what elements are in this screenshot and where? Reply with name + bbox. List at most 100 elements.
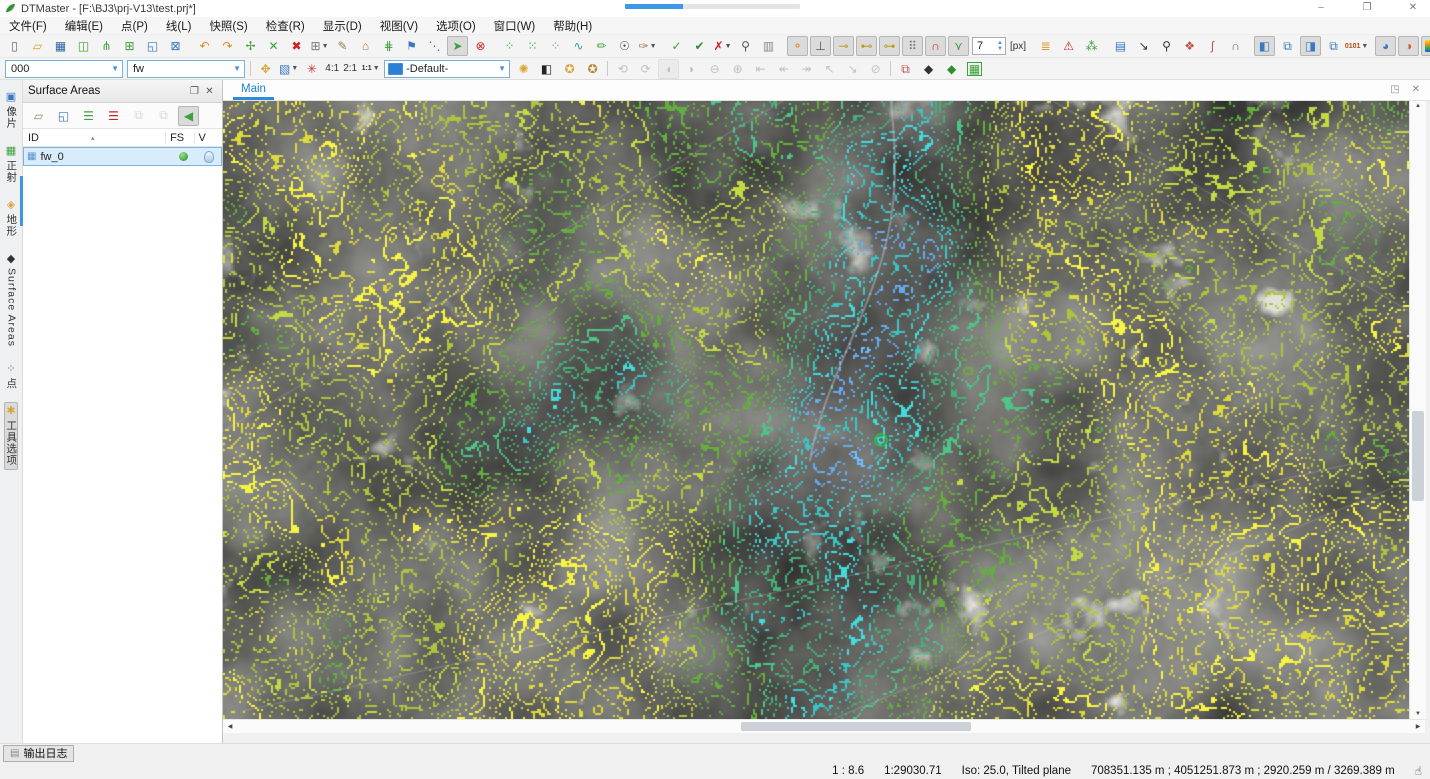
image-enhance-button[interactable]: ▧ ▼	[278, 59, 299, 79]
reload-surfaces-button[interactable]: ▱	[28, 106, 49, 126]
scroll-right-icon[interactable]: ▶	[1411, 720, 1425, 734]
pin-marker-button[interactable]: ⚑	[401, 36, 422, 56]
match-grid-3-button[interactable]: ⁘	[545, 36, 566, 56]
stereo-mode-button[interactable]: ◕	[1375, 36, 1397, 56]
menu-item-10[interactable]: 窗口(W)	[485, 18, 545, 34]
px-unit-label[interactable]: [px]	[1010, 41, 1026, 52]
lock-absolute-button[interactable]: ✪	[582, 59, 603, 79]
view-restore-icon[interactable]: ◳	[1390, 84, 1399, 95]
menu-item-1[interactable]: 文件(F)	[0, 18, 56, 34]
undo-button[interactable]: ↶	[194, 36, 215, 56]
snap-line-mid-button[interactable]: ⊷	[856, 36, 877, 56]
sidebar-tab-points[interactable]: ⁘ 点	[4, 360, 19, 394]
snap-raster-button[interactable]: ⠿	[902, 36, 923, 56]
map-viewport[interactable]	[223, 101, 1409, 720]
error-report-button[interactable]: ⚠	[1058, 36, 1079, 56]
snap-vertical-button[interactable]: ⊥	[810, 36, 831, 56]
pen-tools-button[interactable]: ✑ ▼	[637, 36, 658, 56]
sketch-globe-button[interactable]: ✏	[591, 36, 612, 56]
scroll-up-icon[interactable]: ▲	[1410, 103, 1426, 109]
panel-float-button[interactable]: ❐	[187, 86, 202, 97]
walk-mode-button[interactable]: ⚲	[735, 36, 756, 56]
display-profile-combo[interactable]: -Default- ▼	[384, 59, 511, 78]
zoom-reset-button[interactable]: ✳	[301, 59, 322, 79]
save-project-button[interactable]: ▦	[50, 36, 71, 56]
match-grid-2-button[interactable]: ⁙	[522, 36, 543, 56]
right-image-view-button[interactable]: ◨	[1300, 36, 1322, 56]
snap-node-button[interactable]: ⚬	[787, 36, 808, 56]
interpolate-area-button[interactable]: ⌂	[355, 36, 376, 56]
redo-button[interactable]: ↷	[217, 36, 238, 56]
edit-polyline-button[interactable]: ∿	[568, 36, 589, 56]
strip-id-combo[interactable]: 000 ▼	[5, 59, 123, 78]
column-header-fs[interactable]: FS	[165, 131, 193, 144]
match-grid-1-button[interactable]: ⁘	[499, 36, 520, 56]
delete-selected-button[interactable]: ✖	[286, 36, 307, 56]
grid-config-button[interactable]: ⁂	[1081, 36, 1102, 56]
table-row[interactable]: ▦ fw_0	[23, 147, 222, 166]
minimize-button[interactable]: –	[1310, 0, 1332, 16]
output-log-button[interactable]: ▤ 输出日志	[3, 744, 75, 762]
orbit-view-button[interactable]: ☉	[614, 36, 635, 56]
menu-item-7[interactable]: 显示(D)	[314, 18, 371, 34]
new-project-button[interactable]: ▯	[4, 36, 25, 56]
snap-curve-button[interactable]: ∩	[925, 36, 946, 56]
menu-item-3[interactable]: 点(P)	[112, 18, 157, 34]
menu-item-9[interactable]: 选项(O)	[427, 18, 485, 34]
contrast-split-button[interactable]: ◧	[536, 59, 557, 79]
select-mode-button[interactable]: ➤	[447, 36, 468, 56]
restore-button[interactable]: ❐	[1356, 0, 1378, 16]
scroll-down-icon[interactable]: ▼	[1410, 711, 1426, 717]
zoom-2-1-label[interactable]: 2:1	[343, 63, 357, 74]
layer-manager-button[interactable]: ≣	[1035, 36, 1056, 56]
vertical-scroll-thumb[interactable]	[1412, 411, 1424, 502]
fs-status-cell[interactable]	[171, 152, 196, 161]
filter-points-button[interactable]: ⋱	[424, 36, 445, 56]
delete-point-button[interactable]: ✕	[263, 36, 284, 56]
panel-close-button[interactable]: ✕	[202, 86, 217, 97]
menu-item-6[interactable]: 检查(R)	[257, 18, 314, 34]
model-id-combo[interactable]: fw ▼	[127, 59, 245, 78]
layer-compare-button[interactable]: ⧉	[895, 59, 916, 79]
import-points-button[interactable]: ⋔	[96, 36, 117, 56]
left-image-copy-button[interactable]: ⧉	[1277, 36, 1298, 56]
smooth-brush-button[interactable]: ✎	[332, 36, 353, 56]
menu-item-5[interactable]: 快照(S)	[200, 18, 256, 34]
visibility-cell[interactable]	[196, 150, 221, 163]
zoom-4-1-label[interactable]: 4:1	[325, 63, 339, 74]
load-surfaces-button[interactable]: ◱	[53, 106, 74, 126]
import-cloud-button[interactable]: ◱	[142, 36, 163, 56]
horizontal-scroll-thumb[interactable]	[741, 722, 971, 732]
model-cache-button[interactable]: ◆	[918, 59, 939, 79]
menu-item-4[interactable]: 线(L)	[157, 18, 201, 34]
sidebar-tab-photos[interactable]: ▣ 像片	[4, 88, 19, 133]
menu-item-2[interactable]: 编辑(E)	[56, 18, 112, 34]
accept-all-button[interactable]: ✔	[689, 36, 710, 56]
snap-line-dir-button[interactable]: ⊶	[879, 36, 900, 56]
spinner-arrows-icon[interactable]: ▲ ▼	[995, 40, 1005, 52]
sidebar-tab-surface-areas[interactable]: ◆ Surface Areas	[4, 250, 19, 351]
pan-tool-button[interactable]: ✥	[255, 59, 276, 79]
terrain-preview-button[interactable]: ▦	[964, 59, 985, 79]
add-surface-db-button[interactable]: ☰	[78, 106, 99, 126]
color-ramp-button[interactable]	[1421, 36, 1430, 56]
export-grid-button[interactable]: ⊠	[165, 36, 186, 56]
right-image-copy-button[interactable]: ⧉	[1323, 36, 1344, 56]
grid-tools-button[interactable]: ⊞ ▼	[309, 36, 330, 56]
binary-display-button[interactable]: 0101 ▼	[1345, 36, 1369, 56]
snap-line-end-button[interactable]: ⊸	[833, 36, 854, 56]
column-header-v[interactable]: V	[193, 131, 222, 144]
vertex-chain-button[interactable]: ∫	[1202, 36, 1223, 56]
tab-main[interactable]: Main	[233, 81, 274, 101]
column-header-id[interactable]: ID ▴	[23, 132, 165, 144]
lock-relative-button[interactable]: ✪	[559, 59, 580, 79]
scroll-left-icon[interactable]: ◀	[223, 720, 237, 734]
densify-points-button[interactable]: ⋕	[378, 36, 399, 56]
sidebar-tab-terrain[interactable]: ◈ 地形	[4, 196, 19, 241]
stereo-check-button[interactable]: ◑	[1398, 36, 1420, 56]
snap-branch-button[interactable]: ⋎	[948, 36, 969, 56]
import-grid-button[interactable]: ⊞	[119, 36, 140, 56]
import-images-button[interactable]: ◫	[73, 36, 94, 56]
zoom-1-1-button[interactable]: 1:1 ▼	[360, 59, 381, 79]
remove-surface-db-button[interactable]: ☰	[103, 106, 124, 126]
